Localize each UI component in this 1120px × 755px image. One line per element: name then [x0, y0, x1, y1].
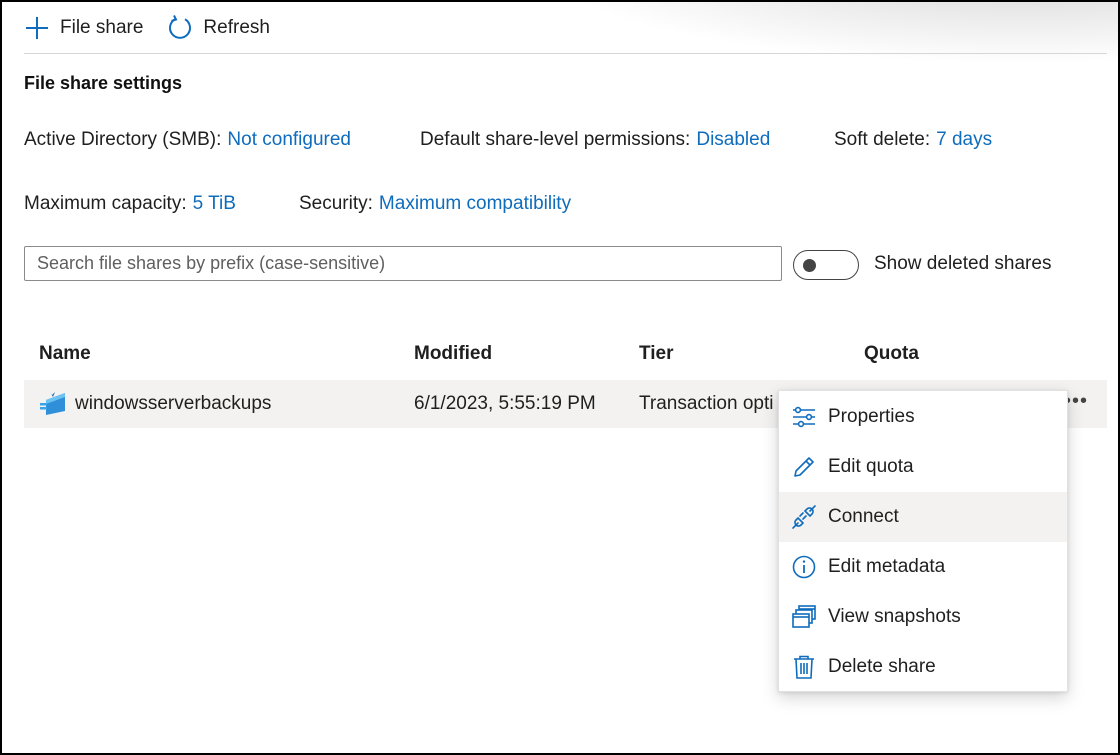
refresh-icon	[169, 15, 192, 39]
default-permissions-setting: Default share-level permissions: Disabled	[420, 129, 770, 151]
menu-item-edit-quota[interactable]: Edit quota	[779, 442, 1067, 492]
refresh-label: Refresh	[203, 17, 270, 38]
column-header-quota[interactable]: Quota	[864, 343, 919, 365]
default-permissions-link[interactable]: Disabled	[696, 129, 770, 150]
menu-item-label: Edit metadata	[828, 556, 946, 577]
menu-item-properties[interactable]: Properties	[779, 392, 1067, 442]
menu-item-view-snapshots[interactable]: View snapshots	[779, 592, 1067, 642]
max-capacity-link[interactable]: 5 TiB	[193, 193, 236, 214]
file-shares-panel: File share Refresh File share settings A…	[0, 0, 1120, 755]
toggle-knob	[803, 259, 816, 272]
show-deleted-toggle[interactable]	[793, 250, 859, 280]
refresh-button[interactable]: Refresh	[167, 10, 270, 46]
toolbar: File share Refresh	[24, 10, 294, 46]
menu-item-label: Connect	[828, 506, 899, 527]
plus-icon	[26, 17, 48, 39]
snapshots-icon	[792, 605, 816, 628]
add-file-share-label: File share	[60, 17, 144, 38]
column-header-tier[interactable]: Tier	[639, 343, 674, 365]
soft-delete-link[interactable]: 7 days	[936, 129, 992, 150]
max-capacity-setting: Maximum capacity: 5 TiB	[24, 193, 236, 215]
security-label: Security:	[299, 193, 373, 214]
column-header-name[interactable]: Name	[39, 343, 91, 365]
security-link[interactable]: Maximum compatibility	[379, 193, 571, 214]
window-shadow	[502, 2, 1118, 72]
trash-icon	[794, 655, 814, 679]
max-capacity-label: Maximum capacity:	[24, 193, 187, 214]
soft-delete-setting: Soft delete: 7 days	[834, 129, 992, 151]
column-header-modified[interactable]: Modified	[414, 343, 492, 365]
menu-item-label: Properties	[828, 406, 915, 427]
menu-item-label: View snapshots	[828, 606, 961, 627]
pencil-icon	[794, 457, 814, 477]
menu-item-label: Delete share	[828, 656, 936, 677]
menu-item-connect[interactable]: Connect	[779, 492, 1067, 542]
file-share-icon	[40, 392, 65, 415]
active-directory-setting: Active Directory (SMB): Not configured	[24, 129, 351, 151]
share-modified: 6/1/2023, 5:55:19 PM	[414, 393, 596, 414]
share-name[interactable]: windowsserverbackups	[75, 393, 271, 415]
show-deleted-label: Show deleted shares	[874, 253, 1052, 274]
toolbar-divider	[24, 53, 1107, 54]
properties-icon	[793, 406, 815, 428]
menu-item-edit-metadata[interactable]: Edit metadata	[779, 542, 1067, 592]
section-title: File share settings	[24, 73, 183, 93]
active-directory-link[interactable]: Not configured	[227, 129, 351, 150]
search-input[interactable]	[24, 246, 782, 281]
share-tier: Transaction opti	[639, 393, 774, 414]
menu-item-label: Edit quota	[828, 456, 914, 477]
context-menu: Properties Edit quota Connect Edit metad…	[778, 390, 1068, 692]
security-setting: Security: Maximum compatibility	[299, 193, 571, 215]
menu-item-delete-share[interactable]: Delete share	[779, 642, 1067, 692]
default-permissions-label: Default share-level permissions:	[420, 129, 691, 150]
plug-icon	[792, 505, 816, 529]
add-file-share-button[interactable]: File share	[24, 10, 143, 46]
soft-delete-label: Soft delete:	[834, 129, 931, 150]
active-directory-label: Active Directory (SMB):	[24, 129, 222, 150]
info-icon	[792, 555, 816, 579]
